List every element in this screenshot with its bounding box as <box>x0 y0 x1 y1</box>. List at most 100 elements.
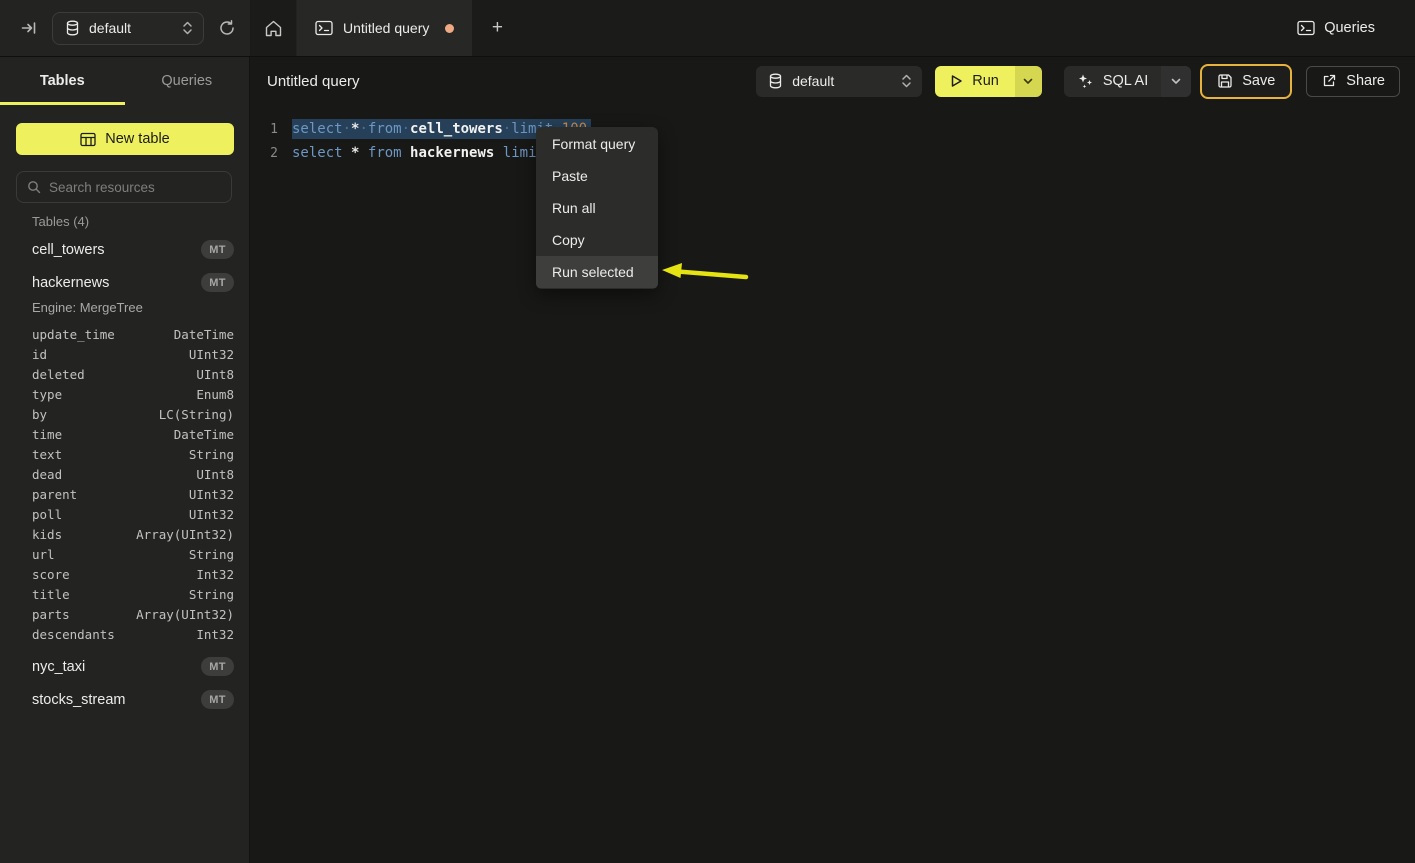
code-token: hackernews <box>410 145 494 161</box>
column-name: deleted <box>32 367 85 382</box>
column-row: scoreInt32 <box>0 564 250 584</box>
unsaved-changes-dot <box>445 24 454 33</box>
menu-item-paste[interactable]: Paste <box>536 160 658 192</box>
database-selector[interactable]: default <box>52 12 204 45</box>
code-token <box>343 145 351 161</box>
search-resources-input[interactable] <box>49 180 221 195</box>
tab-untitled-query[interactable]: Untitled query <box>297 0 472 56</box>
column-type: String <box>189 447 234 462</box>
table-row[interactable]: stocks_streamMT <box>0 683 250 716</box>
column-name: descendants <box>32 627 115 642</box>
table-row[interactable]: cell_towersMT <box>0 233 250 266</box>
code-token: from <box>368 145 402 161</box>
column-row: title String <box>0 584 250 604</box>
sidebar-tabs: Tables Queries <box>0 57 249 105</box>
table-row[interactable]: nyc_taxiMT <box>0 650 250 683</box>
column-name: text <box>32 447 62 462</box>
add-tab-button[interactable]: + <box>472 0 522 56</box>
column-name: parent <box>32 487 77 502</box>
app-window: default <box>0 0 1415 863</box>
code-token <box>359 145 367 161</box>
column-name: title <box>32 587 70 602</box>
search-resources-box <box>16 171 232 203</box>
column-name: kids <box>32 527 62 542</box>
run-button-group: Run <box>935 66 1042 97</box>
table-row[interactable]: hackernewsMT <box>0 266 250 299</box>
topbar-left-section: default <box>0 0 250 56</box>
column-type: DateTime <box>174 427 234 442</box>
queries-button[interactable]: Queries <box>1297 20 1375 36</box>
column-type: String <box>189 587 234 602</box>
column-row: poll UInt32 <box>0 504 250 524</box>
table-grid-icon <box>80 132 96 147</box>
column-name: poll <box>32 507 62 522</box>
sidebar: Tables Queries New table Tables (4 <box>0 57 250 863</box>
collapse-sidebar-button[interactable] <box>20 19 38 37</box>
column-type: UInt8 <box>196 467 234 482</box>
code-text: select * from hackernews limit <box>292 145 545 161</box>
code-token: cell_towers <box>410 121 503 137</box>
code-token: · <box>402 121 410 137</box>
code-line[interactable]: 2 select * from hackernews limit <box>250 141 1415 165</box>
save-button[interactable]: Save <box>1200 64 1292 99</box>
refresh-icon <box>218 19 236 37</box>
play-icon <box>950 74 963 88</box>
column-name: dead <box>32 467 62 482</box>
new-table-button[interactable]: New table <box>16 123 234 155</box>
column-row: text String <box>0 444 250 464</box>
run-button[interactable]: Run <box>935 66 1015 97</box>
column-type: DateTime <box>174 327 234 342</box>
query-header: Untitled query default <box>250 57 1415 105</box>
share-button-label: Share <box>1346 73 1385 89</box>
column-row: deletedUInt8 <box>0 364 250 384</box>
code-token: · <box>343 121 351 137</box>
column-name: url <box>32 547 55 562</box>
menu-item-copy[interactable]: Copy <box>536 224 658 256</box>
code-token: · <box>359 121 367 137</box>
query-database-selector[interactable]: default <box>756 66 922 97</box>
tab-title: Untitled query <box>343 20 429 36</box>
database-selector-value: default <box>89 20 131 36</box>
engine-badge: MT <box>201 240 234 259</box>
menu-item-format-query[interactable]: Format query <box>536 128 658 160</box>
refresh-button[interactable] <box>218 19 236 37</box>
plus-icon: + <box>492 17 503 39</box>
home-tab-button[interactable] <box>250 0 297 56</box>
sql-ai-button[interactable]: SQL AI <box>1064 66 1161 97</box>
column-type: Array(UInt32) <box>136 607 234 622</box>
column-type: UInt32 <box>189 507 234 522</box>
sql-editor[interactable]: 1select·*·from·cell_towers·limit·100 2 sel… <box>250 105 1415 863</box>
run-options-caret[interactable] <box>1015 66 1042 97</box>
query-database-value: default <box>792 73 834 89</box>
column-row: parentUInt32 <box>0 484 250 504</box>
sparkles-icon <box>1077 73 1094 90</box>
database-icon <box>768 73 783 89</box>
sql-ai-button-label: SQL AI <box>1103 73 1148 89</box>
home-icon <box>264 19 283 38</box>
sql-ai-options-caret[interactable] <box>1161 66 1191 97</box>
table-columns: update_timeDateTimeidUInt32deletedUInt8t… <box>0 324 250 644</box>
code-token: select <box>292 121 343 137</box>
column-row: kidsArray(UInt32) <box>0 524 250 544</box>
column-row: typeEnum8 <box>0 384 250 404</box>
menu-item-run-all[interactable]: Run all <box>536 192 658 224</box>
query-controls: default Run <box>756 64 1400 99</box>
column-row: dead UInt8 <box>0 464 250 484</box>
share-icon <box>1321 73 1337 89</box>
save-icon <box>1217 73 1233 89</box>
line-number: 2 <box>250 146 278 161</box>
topbar-right-section: Queries <box>1297 0 1415 56</box>
sidebar-tab-queries[interactable]: Queries <box>125 57 250 105</box>
column-name: parts <box>32 607 70 622</box>
menu-item-run-selected[interactable]: Run selected <box>536 256 658 288</box>
sidebar-tab-tables[interactable]: Tables <box>0 57 125 105</box>
column-type: Enum8 <box>196 387 234 402</box>
share-button[interactable]: Share <box>1306 66 1400 97</box>
code-token: · <box>503 121 511 137</box>
code-token: from <box>368 121 402 137</box>
run-button-label: Run <box>972 73 999 89</box>
table-name: stocks_stream <box>32 692 125 708</box>
engine-badge: MT <box>201 273 234 292</box>
editor-context-menu: Format queryPasteRun allCopyRun selected <box>536 127 658 289</box>
code-line[interactable]: 1select·*·from·cell_towers·limit·100 <box>250 117 1415 141</box>
